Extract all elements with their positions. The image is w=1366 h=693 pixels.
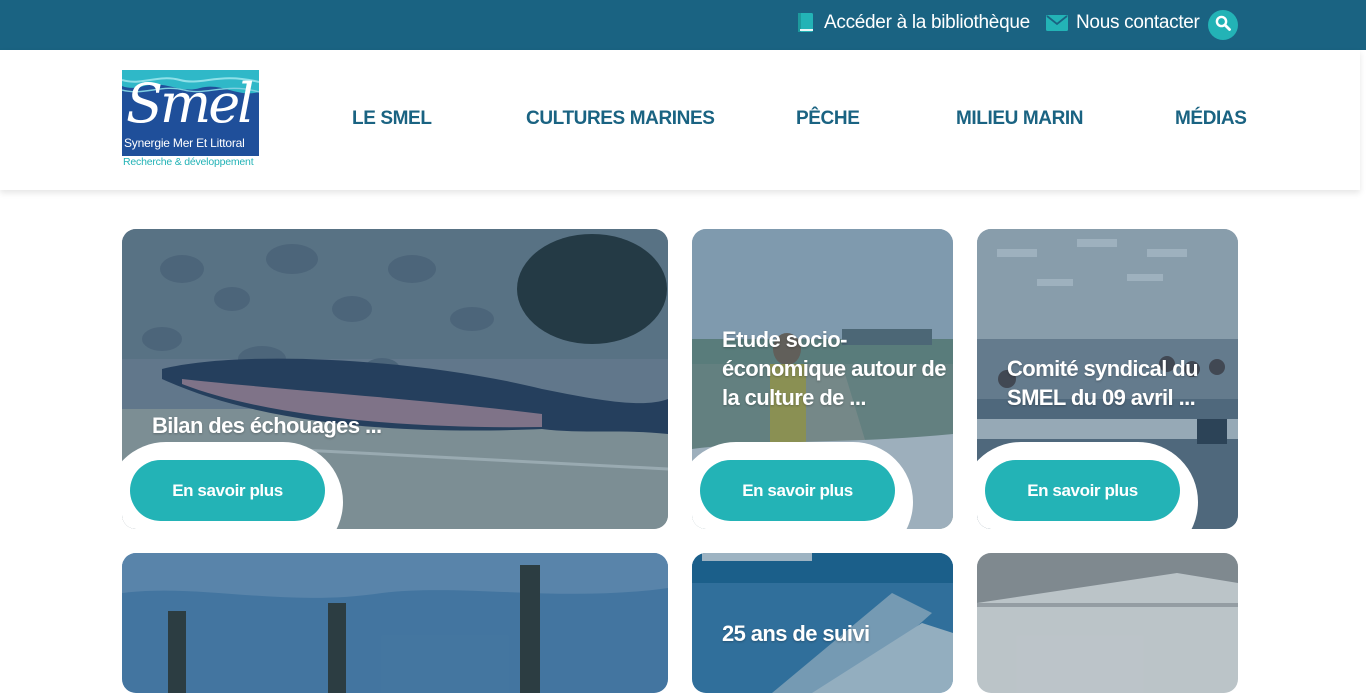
nav-milieu-marin[interactable]: MILIEU MARIN	[956, 108, 1084, 130]
logo-tagline: Synergie Mer Et Littoral	[124, 136, 245, 150]
nav-le-smel[interactable]: LE SMEL	[352, 108, 432, 130]
envelope-icon	[1046, 15, 1068, 31]
card-overlay	[977, 553, 1238, 693]
news-card[interactable]: 25 ans de suivi	[692, 553, 953, 693]
contact-label: Nous contacter	[1076, 12, 1200, 33]
library-label: Accéder à la bibliothèque	[824, 12, 1030, 33]
news-card[interactable]: Comité syndical du SMEL du 09 avril ... …	[977, 229, 1238, 529]
card-title: Etude socio-économique autour de la cult…	[722, 327, 947, 410]
logo-mark: Smel Synergie Mer Et Littoral	[122, 70, 259, 156]
card-overlay	[122, 553, 668, 693]
card-title: Bilan des échouages ...	[152, 413, 382, 438]
read-more-button[interactable]: En savoir plus	[130, 460, 325, 521]
search-icon	[1215, 15, 1231, 36]
nav-cultures-marines[interactable]: CULTURES MARINES	[526, 108, 715, 130]
smel-logo[interactable]: Smel Synergie Mer Et Littoral Recherche …	[122, 70, 259, 170]
search-button[interactable]	[1208, 10, 1238, 40]
card-title: 25 ans de suivi	[722, 621, 870, 646]
nav-medias[interactable]: MÉDIAS	[1175, 108, 1247, 130]
read-more-button[interactable]: En savoir plus	[700, 460, 895, 521]
top-bar: Accéder à la bibliothèque Nous contacter	[0, 0, 1366, 50]
news-card[interactable]	[977, 553, 1238, 693]
read-more-button[interactable]: En savoir plus	[985, 460, 1180, 521]
card-title: Comité syndical du SMEL du 09 avril ...	[1007, 356, 1199, 410]
logo-subline: Recherche & développement	[123, 156, 254, 168]
main-header: Smel Synergie Mer Et Littoral Recherche …	[0, 50, 1360, 190]
book-icon	[796, 12, 816, 34]
library-link[interactable]: Accéder à la bibliothèque	[796, 12, 1030, 34]
news-card[interactable]: Bilan des échouages ... En savoir plus	[122, 229, 668, 529]
news-card[interactable]: Etude socio-économique autour de la cult…	[692, 229, 953, 529]
nav-peche[interactable]: PÊCHE	[796, 108, 860, 130]
logo-wordmark: Smel	[126, 72, 254, 135]
news-card[interactable]	[122, 553, 668, 693]
contact-link[interactable]: Nous contacter	[1046, 12, 1200, 34]
